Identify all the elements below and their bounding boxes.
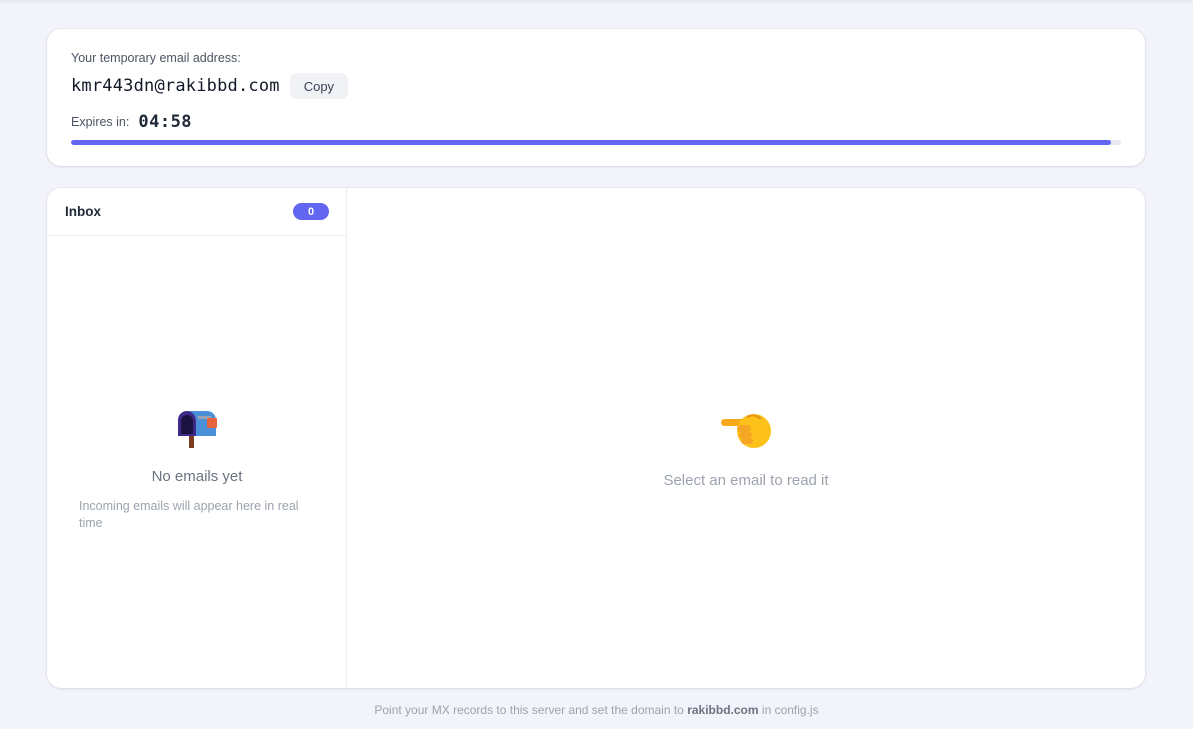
copy-button[interactable]: Copy [289,73,349,99]
inbox-header: Inbox 0 [47,188,347,236]
expiry-progress-bar [71,140,1121,145]
reader-pane: Select an email to read it [347,188,1145,688]
pointing-hand-icon [721,414,771,448]
address-card: Your temporary email address: kmr443dn@r… [47,29,1145,166]
footer-prefix: Point your MX records to this server and… [374,703,684,717]
mail-panel: Inbox 0 No emails yet Incoming emails wi… [47,188,1145,688]
inbox-pane: Inbox 0 No emails yet Incoming emails wi… [47,188,347,688]
email-address[interactable]: kmr443dn@rakibbd.com [71,76,280,96]
top-border [0,0,1193,4]
footer-suffix: in config.js [761,703,819,717]
expires-row: Expires in: 04:58 [71,111,192,133]
footer-note: Point your MX records to this server and… [0,703,1193,717]
empty-subtitle: Incoming emails will appear here in real… [79,499,299,530]
expires-label: Expires in: [71,115,130,129]
inbox-count-badge: 0 [293,203,329,220]
inbox-empty-state: No emails yet Incoming emails will appea… [47,408,347,532]
address-row: kmr443dn@rakibbd.com Copy [71,73,349,99]
mailbox-icon [178,411,217,448]
reader-placeholder: Select an email to read it [663,472,829,489]
inbox-title: Inbox [65,204,101,219]
address-label: Your temporary email address: [71,51,241,65]
expiry-progress-fill [71,140,1111,145]
empty-title: No emails yet [151,468,243,485]
reader-empty-state: Select an email to read it [347,405,1145,489]
footer-domain: rakibbd.com [687,703,759,717]
expires-timer: 04:58 [138,112,193,132]
